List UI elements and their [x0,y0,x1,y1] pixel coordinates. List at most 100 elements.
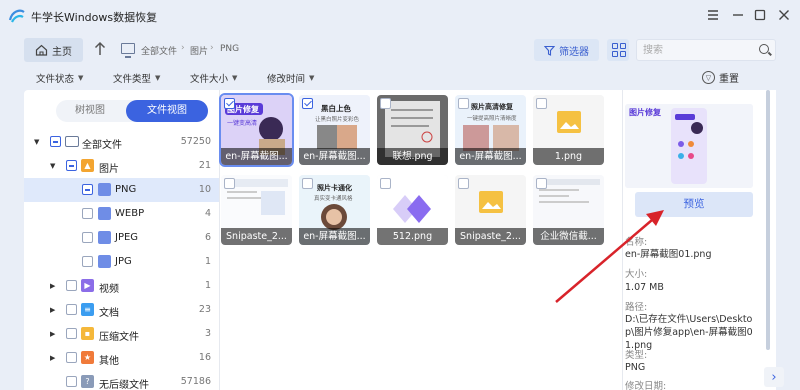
modified-date-label: 修改日期: [625,381,667,390]
chevron-down-icon: ▼ [232,74,238,82]
tree-item-count: 57186 [180,376,211,387]
file-thumbnail[interactable]: Snipaste_2... [221,175,292,245]
preview-scrollbar[interactable] [766,90,770,350]
breadcrumb-item-images[interactable]: 图片 [190,44,208,57]
tree-item-other[interactable]: ▶ ★ 其他 16 [24,346,219,370]
tree-checkbox[interactable] [82,184,93,195]
tree-item-all-files[interactable]: ▼ 全部文件 57250 [24,130,219,154]
thumbnail-overlay-subtitle: 让黑白照片变彩色 [315,117,360,123]
file-checkbox[interactable] [536,178,547,189]
tree-item-documents[interactable]: ▶ ≡ 文档 23 [24,298,219,322]
tree-checkbox[interactable] [82,232,93,243]
tree-item-count: 21 [198,160,211,171]
tree-item-label: 其他 [99,356,119,367]
no-extension-icon: ? [81,375,94,388]
file-checkbox[interactable] [302,178,313,189]
reset-label: 重置 [719,74,739,85]
search-input[interactable] [643,43,755,57]
tree-checkbox[interactable] [50,136,61,147]
next-arrow-icon[interactable]: › [764,367,784,387]
search-icon[interactable] [759,44,769,54]
file-checkbox[interactable] [380,178,391,189]
expand-arrow-icon[interactable]: ▶ [50,330,55,338]
menu-icon[interactable] [705,7,721,23]
file-thumbnail[interactable]: 黑白上色 让黑白照片变彩色 en-屏幕截图... [299,95,370,165]
filter-icon [544,45,555,56]
expand-arrow-icon[interactable]: ▼ [34,138,39,146]
app-logo-icon [8,9,25,23]
file-checkbox[interactable] [380,98,391,109]
home-icon [35,44,48,56]
expand-arrow-icon[interactable]: ▼ [50,162,55,170]
file-thumbnail[interactable]: Snipaste_2... [455,175,526,245]
breadcrumb-separator-icon: › [210,43,214,53]
tree-view-tab[interactable]: 树视图 [56,100,124,122]
tree-item-label: JPEG [115,232,139,243]
file-checkbox[interactable] [458,98,469,109]
file-size-dropdown[interactable]: 文件大小 ▼ [190,71,237,85]
tree-item-jpeg[interactable]: JPEG 6 [24,226,219,250]
home-button[interactable]: 主页 [24,38,83,62]
tree-item-count: 3 [204,328,211,339]
tree-item-count: 1 [204,280,211,291]
file-status-dropdown[interactable]: 文件状态 ▼ [36,71,83,85]
tree-item-jpg[interactable]: JPG 1 [24,250,219,274]
tree-checkbox[interactable] [66,280,77,291]
filter-bar: 文件状态 ▼ 文件类型 ▼ 文件大小 ▼ 修改时间 ▼ ▽ 重置 [24,68,776,88]
filter-label: 筛选器 [559,46,589,58]
preview-button[interactable]: 预览 [635,192,753,217]
tree-checkbox[interactable] [66,352,77,363]
tree-item-label: 压缩文件 [99,332,139,343]
tree-item-png[interactable]: PNG 10 [24,178,219,202]
file-view-tab[interactable]: 文件视图 [126,100,208,122]
maximize-icon[interactable] [752,7,768,23]
breadcrumb-item-all-files[interactable]: 全部文件 [141,44,177,57]
tree-item-no-extension[interactable]: ? 无后缀文件 57186 [24,370,219,390]
name-label: 名称: [625,237,648,248]
modified-time-dropdown[interactable]: 修改时间 ▼ [267,71,314,85]
file-type-dropdown[interactable]: 文件类型 ▼ [113,71,160,85]
close-icon[interactable] [776,7,792,23]
tree-item-archives[interactable]: ▶ ▪ 压缩文件 3 [24,322,219,346]
expand-arrow-icon[interactable]: ▶ [50,354,55,362]
file-name: en-屏幕截图... [299,228,370,245]
file-checkbox[interactable] [458,178,469,189]
tree-item-count: 6 [204,232,211,243]
minimize-icon[interactable] [730,7,746,23]
grid-view-button[interactable] [607,39,629,61]
tree-item-images[interactable]: ▼ ▲ 图片 21 [24,154,219,178]
file-name: 企业微信截... [533,228,604,245]
file-thumbnail[interactable]: 图片修复 一键变高清 en-屏幕截图... [219,93,294,167]
tree-checkbox[interactable] [66,376,77,387]
reset-button[interactable]: ▽ 重置 [702,70,739,85]
file-checkbox[interactable] [224,98,235,109]
tree-checkbox[interactable] [82,208,93,219]
chevron-down-icon: ▼ [155,74,161,82]
grid-cell [620,43,626,49]
file-thumbnail[interactable]: 企业微信截... [533,175,604,245]
file-checkbox[interactable] [224,178,235,189]
grid-cell [612,43,618,49]
tree-checkbox[interactable] [66,304,77,315]
tree-item-video[interactable]: ▶ ▶ 视频 1 [24,274,219,298]
file-checkbox[interactable] [302,98,313,109]
up-arrow-icon[interactable] [94,41,106,56]
file-thumbnail[interactable]: 1.png [533,95,604,165]
tree-item-label: 全部文件 [82,140,122,151]
main-content: 树视图 文件视图 ▼ 全部文件 57250 ▼ ▲ 图片 21 PNG 10 W… [24,90,784,390]
file-thumbnail[interactable]: 联想.png [377,95,448,165]
file-checkbox[interactable] [536,98,547,109]
filter-button[interactable]: 筛选器 [534,39,599,61]
tree-checkbox[interactable] [82,256,93,267]
tree-item-webp[interactable]: WEBP 4 [24,202,219,226]
file-thumbnail[interactable]: 照片卡通化 真实变卡通风格 en-屏幕截图... [299,175,370,245]
file-thumbnail[interactable]: 照片高清修复 一键提高照片清晰度 en-屏幕截图... [455,95,526,165]
tree-checkbox[interactable] [66,328,77,339]
breadcrumb-item-png[interactable]: PNG [220,44,239,54]
expand-arrow-icon[interactable]: ▶ [50,306,55,314]
file-name: en-屏幕截图... [299,148,370,165]
expand-arrow-icon[interactable]: ▶ [50,282,55,290]
tree-checkbox[interactable] [66,160,77,171]
tree-item-count: 10 [198,184,211,195]
file-thumbnail[interactable]: 512.png [377,175,448,245]
